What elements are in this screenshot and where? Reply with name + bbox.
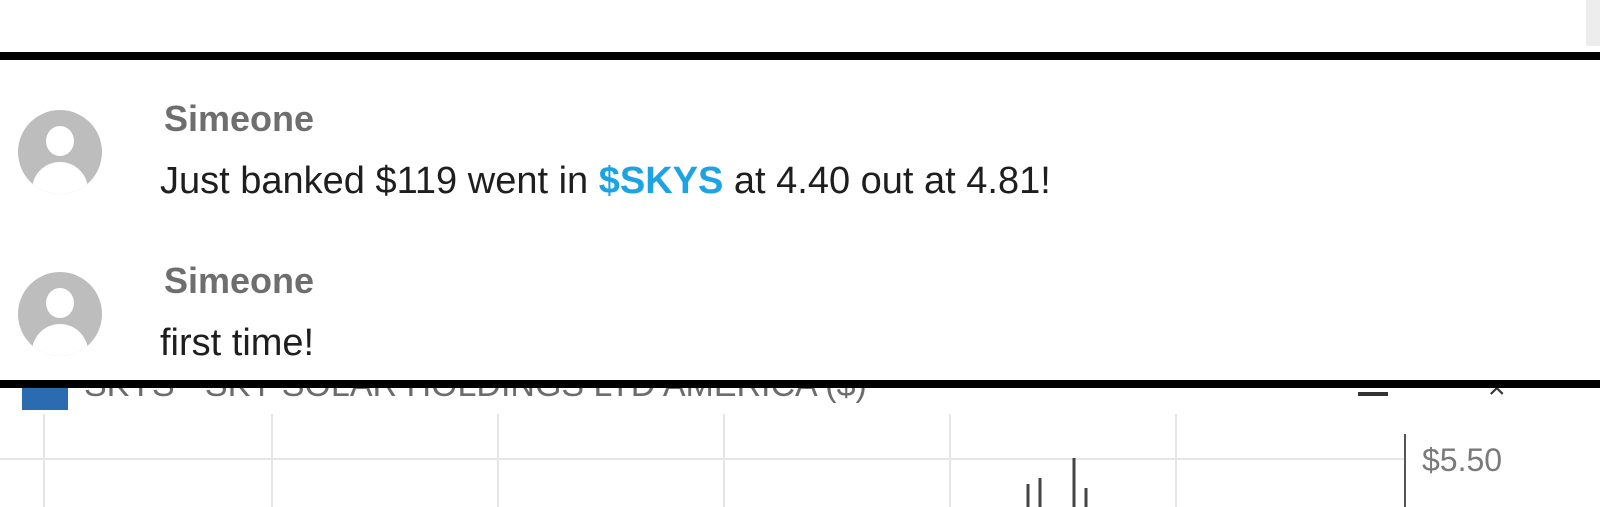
minimize-icon[interactable] bbox=[1358, 392, 1388, 396]
top-strip bbox=[0, 0, 1600, 52]
chart-logo-icon bbox=[22, 388, 68, 410]
message-text: Just banked $119 went in $SKYS at 4.40 o… bbox=[160, 160, 1051, 203]
avatar-head bbox=[46, 288, 74, 318]
message-author[interactable]: Simeone bbox=[164, 98, 314, 140]
message-text-before: Just banked $119 went in bbox=[160, 160, 599, 202]
scrollbar[interactable] bbox=[1586, 0, 1600, 46]
message-author[interactable]: Simeone bbox=[164, 260, 314, 302]
chat-border-bottom bbox=[0, 380, 1600, 388]
chat-panel: Simeone Just banked $119 went in $SKYS a… bbox=[0, 60, 1600, 380]
avatar[interactable] bbox=[18, 110, 102, 194]
chart-title-bar: SKYS - SKY SOLAR HOLDINGS LTD AMERICA ($… bbox=[0, 388, 1600, 410]
price-axis-label: $5.50 bbox=[1422, 442, 1503, 478]
close-icon[interactable]: × bbox=[1488, 388, 1506, 406]
avatar-body bbox=[32, 324, 88, 356]
avatar[interactable] bbox=[18, 272, 102, 356]
avatar-body bbox=[32, 162, 88, 194]
message-text-after: at 4.40 out at 4.81! bbox=[723, 160, 1051, 202]
message-text: first time! bbox=[160, 322, 315, 364]
chat-border-top bbox=[0, 52, 1600, 60]
avatar-head bbox=[46, 126, 74, 156]
stock-chart-panel: SKYS - SKY SOLAR HOLDINGS LTD AMERICA ($… bbox=[0, 388, 1600, 507]
cashtag-link[interactable]: $SKYS bbox=[599, 160, 724, 202]
chart-title: SKYS - SKY SOLAR HOLDINGS LTD AMERICA ($… bbox=[84, 388, 867, 405]
